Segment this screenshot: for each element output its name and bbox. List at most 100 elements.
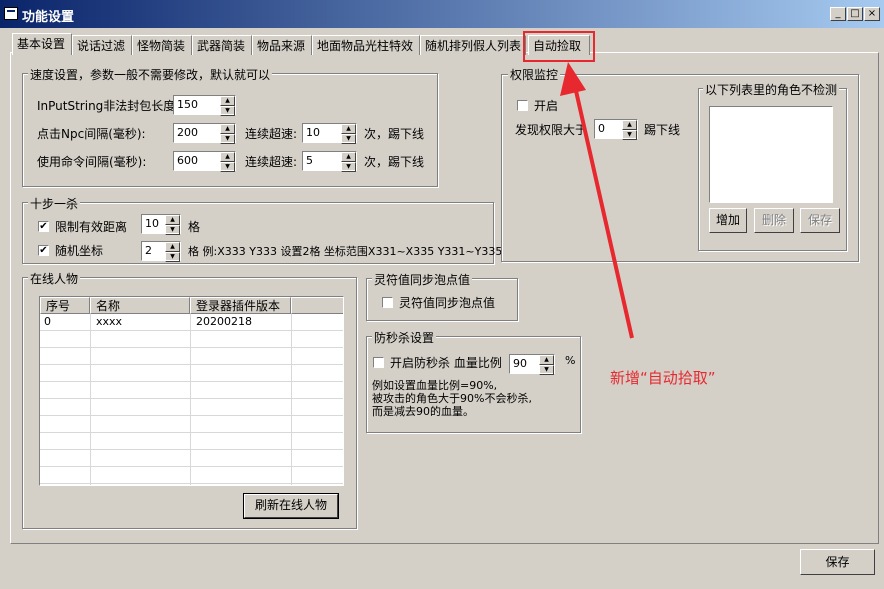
tab-item-source[interactable]: 物品来源 xyxy=(252,35,312,55)
online-players-table[interactable]: 序号 名称 登录器插件版本 0 xxxx 20200218 xyxy=(39,296,344,486)
arrow-down-icon[interactable]: ▼ xyxy=(341,134,356,144)
command-overspeed-label: 连续超速: xyxy=(245,155,298,169)
lingfu-sync-checkbox[interactable] xyxy=(382,297,393,308)
lingfu-sync-label: 灵符值同步泡点值 xyxy=(399,296,496,310)
npc-kick-suffix: 次，踢下线 xyxy=(364,127,425,141)
spinner-arrows[interactable]: ▲ ▼ xyxy=(341,124,356,144)
table-row xyxy=(40,433,343,450)
hp-ratio-unit: % xyxy=(565,354,576,367)
title-bar xyxy=(0,0,884,28)
table-row xyxy=(40,365,343,382)
inputstring-length-label: InPutString非法封包长度: xyxy=(37,99,180,113)
command-interval-label: 使用命令间隔(毫秒): xyxy=(37,155,147,169)
permission-enable-checkbox[interactable] xyxy=(517,100,528,111)
arrow-down-icon[interactable]: ▼ xyxy=(341,162,356,172)
spinner-arrows[interactable]: ▲ ▼ xyxy=(539,355,554,375)
exclude-list-box[interactable] xyxy=(709,106,833,203)
save-list-button[interactable]: 保存 xyxy=(800,208,840,233)
npc-overspeed-spinner[interactable]: 10 ▲ ▼ xyxy=(302,123,357,144)
spinner-value: 90 xyxy=(513,357,527,370)
column-header-empty xyxy=(291,297,343,314)
limit-distance-checkbox[interactable]: ✔ xyxy=(38,221,49,232)
random-coords-note: 格 例:X333 Y333 设置2格 坐标范围X331~X335 Y331~Y3… xyxy=(188,245,503,258)
random-coords-spinner[interactable]: 2 ▲ ▼ xyxy=(141,241,181,262)
tab-ground-item-effect[interactable]: 地面物品光柱特效 xyxy=(312,35,420,55)
column-header-index[interactable]: 序号 xyxy=(40,297,90,314)
inputstring-length-spinner[interactable]: 150 ▲ ▼ xyxy=(173,95,236,116)
delete-button[interactable]: 删除 xyxy=(754,208,794,233)
arrow-up-icon[interactable]: ▲ xyxy=(220,96,235,106)
npc-overspeed-label: 连续超速: xyxy=(245,127,298,141)
arrow-down-icon[interactable]: ▼ xyxy=(220,106,235,116)
spinner-arrows[interactable]: ▲ ▼ xyxy=(165,242,180,262)
save-button[interactable]: 保存 xyxy=(800,549,875,575)
add-button[interactable]: 增加 xyxy=(709,208,747,233)
table-row xyxy=(40,331,343,348)
window-title: 功能设置 xyxy=(22,10,75,25)
ten-step-kill-title: 十步一杀 xyxy=(28,195,81,212)
column-header-name[interactable]: 名称 xyxy=(90,297,190,314)
arrow-up-icon[interactable]: ▲ xyxy=(220,152,235,162)
lingfu-sync-title: 灵符值同步泡点值 xyxy=(372,271,473,288)
command-interval-spinner[interactable]: 600 ▲ ▼ xyxy=(173,151,236,172)
table-row xyxy=(40,348,343,365)
spinner-arrows[interactable]: ▲ ▼ xyxy=(220,124,235,144)
column-header-plugin-version[interactable]: 登录器插件版本 xyxy=(190,297,291,314)
limit-distance-spinner[interactable]: 10 ▲ ▼ xyxy=(141,214,181,235)
annotation-arrow xyxy=(560,62,634,339)
anti-instakill-title: 防秒杀设置 xyxy=(372,329,437,346)
spinner-value: 2 xyxy=(145,244,152,257)
tab-weapon-skin[interactable]: 武器简装 xyxy=(192,35,252,55)
arrow-down-icon[interactable]: ▼ xyxy=(165,225,180,235)
spinner-arrows[interactable]: ▲ ▼ xyxy=(220,96,235,116)
tab-random-dummy-list[interactable]: 随机排列假人列表 xyxy=(420,35,526,55)
spinner-arrows[interactable]: ▲ ▼ xyxy=(165,215,180,235)
speed-settings-title: 速度设置，参数一般不需要修改，默认就可以 xyxy=(28,66,273,83)
npc-interval-label: 点击Npc间隔(毫秒): xyxy=(37,127,146,141)
window-icon xyxy=(4,7,18,20)
online-players-title: 在线人物 xyxy=(28,270,81,287)
arrow-up-icon[interactable]: ▲ xyxy=(220,124,235,134)
npc-interval-spinner[interactable]: 200 ▲ ▼ xyxy=(173,123,236,144)
table-row xyxy=(40,399,343,416)
tab-monster-skin[interactable]: 怪物简装 xyxy=(132,35,192,55)
table-row xyxy=(40,450,343,467)
anti-instakill-checkbox[interactable] xyxy=(373,357,384,368)
spinner-arrows[interactable]: ▲ ▼ xyxy=(341,152,356,172)
arrow-up-icon[interactable]: ▲ xyxy=(165,242,180,252)
refresh-online-players-button[interactable]: 刷新在线人物 xyxy=(243,493,339,519)
minimize-button[interactable]: _ xyxy=(830,7,846,21)
annotation-text: 新增“自动拾取” xyxy=(610,369,716,387)
command-overspeed-spinner[interactable]: 5 ▲ ▼ xyxy=(302,151,357,172)
arrow-up-icon[interactable]: ▲ xyxy=(539,355,554,365)
table-cell-name: xxxx xyxy=(96,315,123,328)
spinner-value: 200 xyxy=(177,126,198,139)
highlight-box xyxy=(523,31,595,62)
spinner-value: 10 xyxy=(145,217,159,230)
spinner-value: 600 xyxy=(177,154,198,167)
anti-instakill-label: 开启防秒杀 血量比例 xyxy=(390,356,502,370)
maximize-button[interactable]: □ xyxy=(847,7,863,21)
random-coords-checkbox[interactable]: ✔ xyxy=(38,245,49,256)
close-button[interactable]: × xyxy=(864,7,880,21)
arrow-up-icon[interactable]: ▲ xyxy=(165,215,180,225)
arrow-down-icon[interactable]: ▼ xyxy=(165,252,180,262)
tab-speech-filter[interactable]: 说话过滤 xyxy=(72,35,132,55)
arrow-down-icon[interactable]: ▼ xyxy=(220,162,235,172)
table-row xyxy=(40,467,343,484)
exclude-list-title: 以下列表里的角色不检测 xyxy=(703,81,840,98)
table-cell-version: 20200218 xyxy=(196,315,252,328)
arrow-head-icon xyxy=(560,62,586,96)
arrow-up-icon[interactable]: ▲ xyxy=(341,152,356,162)
arrow-down-icon[interactable]: ▼ xyxy=(539,365,554,375)
table-row[interactable]: 0 xxxx 20200218 xyxy=(40,314,343,331)
table-row xyxy=(40,416,343,433)
spinner-arrows[interactable]: ▲ ▼ xyxy=(220,152,235,172)
arrow-up-icon[interactable]: ▲ xyxy=(341,124,356,134)
spinner-value: 10 xyxy=(306,126,320,139)
hp-ratio-spinner[interactable]: 90 ▲ ▼ xyxy=(509,354,555,375)
arrow-down-icon[interactable]: ▼ xyxy=(220,134,235,144)
limit-distance-unit: 格 xyxy=(188,220,201,234)
random-coords-label: 随机坐标 xyxy=(55,244,104,258)
tab-basic-settings[interactable]: 基本设置 xyxy=(12,33,72,55)
